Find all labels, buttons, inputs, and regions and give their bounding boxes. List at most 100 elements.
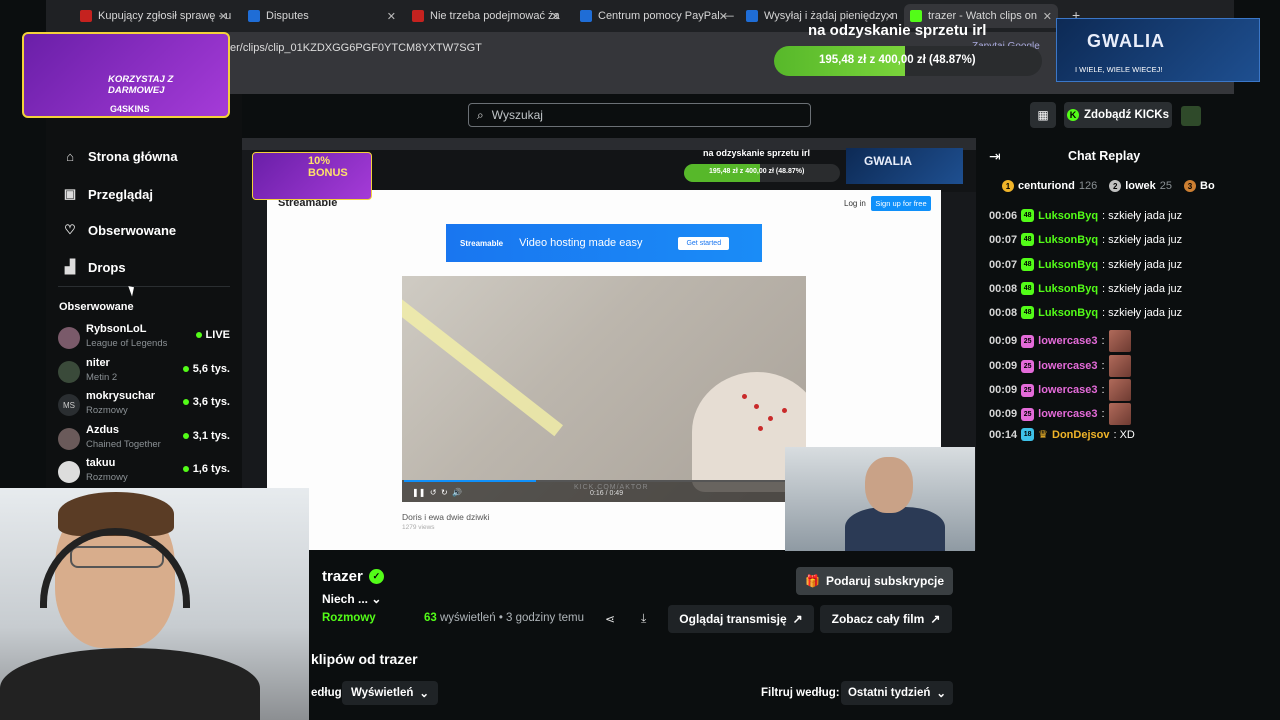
close-icon[interactable]: ✕ — [719, 10, 728, 23]
close-icon[interactable]: ✕ — [551, 10, 560, 23]
chat-message[interactable]: 00:08 48 LuksonByq: szkieły jada juz — [989, 306, 1182, 319]
close-icon[interactable]: ✕ — [219, 10, 228, 23]
chat-message[interactable]: 00:07 48 LuksonByq: szkieły jada juz — [989, 233, 1182, 246]
leader-name: lowek — [1125, 180, 1156, 192]
chat-text: : szkieły jada juz — [1102, 233, 1183, 246]
sidebar: ⌂ Strona główna ▣ Przeglądaj ♡ Obserwowa… — [46, 94, 242, 488]
leaderboard-entry[interactable]: 1 centuriond 126 — [1002, 180, 1097, 192]
streamer-name[interactable]: trazer ✓ — [322, 568, 384, 585]
sub-badge-icon: 48 — [1021, 209, 1035, 222]
chat-timestamp: 00:08 — [989, 282, 1018, 295]
chat-message[interactable]: 00:14 18 ♛ DonDejsov: XD — [989, 428, 1135, 441]
chat-username[interactable]: lowercase3 — [1038, 384, 1097, 396]
nav-browse[interactable]: ▣ Przeglądaj — [62, 186, 153, 202]
download-icon[interactable]: ⤓ — [641, 611, 646, 626]
chat-timestamp: 00:07 — [989, 233, 1018, 246]
followed-channel-rybsonlol[interactable]: RybsonLoL League of Legends LIVE — [58, 323, 230, 353]
chat-message[interactable]: 00:08 48 LuksonByq: szkieły jada juz — [989, 282, 1182, 295]
sub-badge-icon: 25 — [1021, 359, 1035, 373]
drops-icon: ▟ — [65, 259, 75, 274]
clip-title-text: Niech ... — [322, 592, 369, 606]
leader-points: 126 — [1078, 180, 1098, 192]
divider — [58, 286, 230, 287]
sub-badge-icon: 48 — [1021, 258, 1035, 271]
layout-icon: ▦ — [1037, 108, 1049, 122]
watch-stream-button[interactable]: Oglądaj transmisję ↗ — [668, 605, 814, 633]
followed-channel-mokrysuchar[interactable]: MS mokrysuchar Rozmowy 3,6 tys. — [58, 390, 230, 420]
chat-timestamp: 00:14 — [989, 428, 1018, 441]
pause-icon[interactable]: ❚❚ ↺ ↻ 🔊 — [412, 488, 462, 497]
chat-username[interactable]: LuksonByq — [1038, 210, 1098, 222]
sort-dropdown[interactable]: Wyświetleń ⌄ — [342, 681, 438, 705]
browser-tab-gmail-1[interactable]: Kupujący zgłosił sprawę - u ✕ — [80, 4, 234, 28]
chat-username[interactable]: lowercase3 — [1038, 335, 1097, 347]
sub-badge-icon: 25 — [1021, 383, 1035, 397]
full-video-button[interactable]: Zobacz cały film ↗ — [820, 605, 952, 633]
verified-icon: ✓ — [368, 569, 384, 584]
browser-tab-gmail-2[interactable]: Nie trzeba podejmować ża ✕ — [412, 4, 566, 28]
url-text[interactable]: er/clips/clip_01KZDXGG6PGF0YTCM8YXTW7SGT — [230, 42, 482, 54]
chat-message[interactable]: 00:06 48 LuksonByq: szkieły jada juz — [989, 209, 1182, 222]
streamable-login-link[interactable]: Log in — [844, 199, 866, 208]
sub-badge-icon: 48 — [1021, 282, 1035, 295]
nav-drops[interactable]: ▟ Drops — [62, 259, 126, 275]
chat-username[interactable]: LuksonByq — [1038, 259, 1098, 271]
embedded-video[interactable] — [402, 276, 806, 502]
gwalia-overlay: GWALIA I WIELE, WIELE WIECEJ! — [1056, 18, 1260, 82]
filter-dropdown[interactable]: Ostatni tydzień ⌄ — [841, 681, 953, 705]
clip-category[interactable]: Rozmowy — [322, 612, 376, 624]
clip-meta: 63 wyświetleń • 3 godziny temu — [424, 612, 584, 624]
share-icon[interactable]: ⋖ — [605, 612, 615, 626]
chat-username[interactable]: DonDejsov — [1052, 429, 1109, 441]
streamable-signup-button[interactable]: Sign up for free — [871, 196, 931, 211]
emote-icon — [1108, 355, 1131, 377]
get-kicks-button[interactable]: K Zdobądź KICKs — [1064, 102, 1172, 128]
leaderboard-entry[interactable]: 3 Bo — [1184, 180, 1215, 192]
external-link-icon: ↗ — [930, 612, 941, 626]
chevron-down-icon: ⌄ — [419, 688, 430, 700]
chat-username[interactable]: lowercase3 — [1038, 360, 1097, 372]
nav-home[interactable]: ⌂ Strona główna — [62, 149, 178, 164]
chat-username[interactable]: LuksonByq — [1038, 234, 1098, 246]
rank-badge: 3 — [1184, 180, 1197, 192]
nav-following[interactable]: ♡ Obserwowane — [62, 222, 176, 238]
rank-badge: 1 — [1002, 180, 1014, 192]
video-progress-bar[interactable] — [404, 480, 804, 482]
chat-username[interactable]: lowercase3 — [1038, 408, 1097, 420]
followed-channel-takuu[interactable]: takuu Rozmowy 1,6 tys. — [58, 457, 230, 487]
gift-sub-button[interactable]: 🎁 Podaruj subskrypcje — [796, 567, 953, 595]
collapse-chat-icon[interactable]: ⇥ — [989, 148, 1001, 165]
chat-message[interactable]: 00:09 25 lowercase3: — [989, 403, 1131, 425]
clip-title[interactable]: Niech ... ⌄ — [322, 592, 381, 606]
search-input[interactable]: ⌕ Wyszukaj — [468, 103, 811, 127]
webcam-head — [865, 457, 913, 513]
chat-username[interactable]: LuksonByq — [1038, 283, 1098, 295]
video-detail — [758, 426, 763, 431]
chat-message[interactable]: 00:09 25 lowercase3: — [989, 379, 1131, 401]
followed-channel-azdus[interactable]: Azdus Chained Together 3,1 tys. — [58, 424, 230, 454]
chat-timestamp: 00:09 — [989, 335, 1018, 347]
chat-message[interactable]: 00:09 25 lowercase3: — [989, 355, 1131, 377]
chat-username[interactable]: LuksonByq — [1038, 307, 1098, 319]
goal-heading: na odzyskanie sprzetu irl — [808, 22, 987, 39]
video-detail — [782, 408, 787, 413]
browser-tab-paypal-help[interactable]: Centrum pomocy PayPal — ✕ — [580, 4, 734, 28]
browser-tab-disputes[interactable]: Disputes ✕ — [248, 4, 402, 28]
chat-message[interactable]: 00:09 25 lowercase3: — [989, 330, 1131, 352]
layout-toggle-button[interactable]: ▦ — [1030, 102, 1056, 128]
paypal-icon — [580, 10, 592, 22]
g4skins-promo-overlay: KORZYSTAJ Z DARMOWEJ G4SKINS — [22, 32, 230, 118]
followed-channel-niter[interactable]: niter Metin 2 5,6 tys. — [58, 357, 230, 387]
clips-section-title: klipów od trazer — [311, 651, 418, 667]
live-dot-icon — [195, 332, 202, 338]
leaderboard-entry[interactable]: 2 lowek 25 — [1109, 180, 1172, 192]
filter-value: Ostatni tydzień — [847, 687, 931, 699]
chat-message[interactable]: 00:07 48 LuksonByq: szkieły jada juz — [989, 258, 1182, 271]
user-avatar[interactable] — [1181, 106, 1201, 126]
video-detail — [768, 416, 773, 421]
close-icon[interactable]: ✕ — [387, 10, 396, 23]
close-icon[interactable]: ✕ — [1043, 10, 1052, 23]
banner-brand: Streamable — [460, 238, 504, 248]
get-started-button[interactable]: Get started — [678, 236, 730, 250]
chat-timestamp: 00:07 — [989, 258, 1018, 271]
